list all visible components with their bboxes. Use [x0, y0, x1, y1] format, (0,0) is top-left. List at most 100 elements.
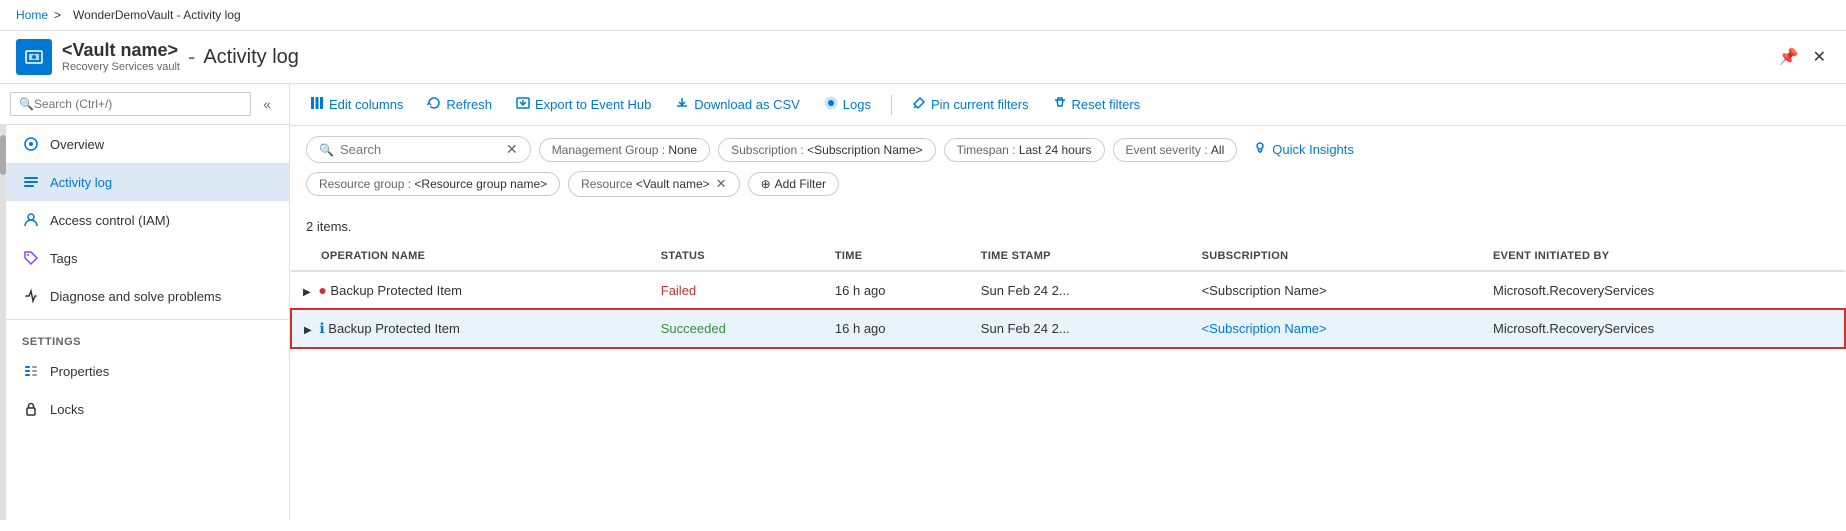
chip-value: <Subscription Name>	[807, 143, 922, 157]
data-table: OPERATION NAME STATUS TIME TIME STAMP SU…	[290, 242, 1846, 349]
cell-time: 16 h ago	[823, 309, 969, 348]
chip-subscription[interactable]: Subscription : <Subscription Name>	[718, 138, 935, 162]
chip-label: Event severity :	[1126, 143, 1211, 157]
cell-timestamp: Sun Feb 24 2...	[969, 309, 1190, 348]
export-icon	[516, 96, 530, 113]
chip-label: Resource group :	[319, 177, 414, 191]
operation-name: Backup Protected Item	[330, 283, 462, 298]
quick-insights-icon	[1253, 141, 1267, 158]
chip-resource-clear-btn[interactable]: ✕	[716, 176, 727, 192]
sidebar-item-label: Overview	[50, 137, 104, 152]
sidebar: 🔍 « Overview	[0, 84, 290, 520]
diagnose-icon	[22, 287, 40, 305]
table-header-row: OPERATION NAME STATUS TIME TIME STAMP SU…	[291, 242, 1845, 271]
chip-resource[interactable]: Resource <Vault name> ✕	[568, 171, 739, 197]
activity-log-icon	[22, 173, 40, 191]
chip-timespan[interactable]: Timespan : Last 24 hours	[944, 138, 1105, 162]
sidebar-item-label: Tags	[50, 251, 77, 266]
filter-area: 🔍 ✕ Management Group : None Subscription…	[290, 126, 1846, 215]
reset-filters-button[interactable]: Reset filters	[1049, 94, 1145, 115]
add-filter-btn[interactable]: ⊕ Add Filter	[748, 172, 839, 196]
sidebar-item-label: Properties	[50, 364, 109, 379]
search-icon: 🔍	[319, 143, 334, 157]
export-button[interactable]: Export to Event Hub	[512, 94, 655, 115]
search-input[interactable]	[340, 142, 500, 157]
col-subscription: SUBSCRIPTION	[1190, 242, 1481, 271]
page-title: Activity log	[203, 46, 299, 69]
breadcrumb-home[interactable]: Home	[16, 8, 48, 22]
sidebar-item-label: Diagnose and solve problems	[50, 289, 221, 304]
vault-title-block: <Vault name> Recovery Services vault	[62, 40, 180, 75]
table-row[interactable]: ▶ ℹ Backup Protected Item Succeeded 16 h…	[291, 309, 1845, 348]
download-icon	[675, 96, 689, 113]
chip-value: All	[1211, 143, 1224, 157]
chip-management-group[interactable]: Management Group : None	[539, 138, 710, 162]
pin-button[interactable]: 📌	[1775, 43, 1803, 71]
page-header: <Vault name> Recovery Services vault - A…	[0, 31, 1846, 84]
chip-label: Subscription :	[731, 143, 807, 157]
pin-filters-icon	[912, 96, 926, 113]
chip-value: <Resource group name>	[414, 177, 547, 191]
cell-initiated-by: Microsoft.RecoveryServices	[1481, 309, 1845, 348]
sidebar-item-overview[interactable]: Overview	[6, 125, 289, 163]
items-count: 2 items.	[290, 215, 1846, 242]
chip-resource-group[interactable]: Resource group : <Resource group name>	[306, 172, 560, 196]
error-icon: ●	[318, 282, 326, 298]
pin-filters-button[interactable]: Pin current filters	[908, 94, 1033, 115]
info-icon: ℹ	[319, 320, 324, 336]
chip-event-severity[interactable]: Event severity : All	[1113, 138, 1238, 162]
chip-value: <Vault name>	[636, 177, 710, 191]
edit-columns-icon	[310, 96, 324, 113]
breadcrumb-separator: >	[54, 8, 61, 22]
col-operation-name: OPERATION NAME	[291, 242, 649, 271]
refresh-button[interactable]: Refresh	[423, 94, 496, 115]
subscription-link[interactable]: <Subscription Name>	[1202, 321, 1327, 336]
header-separator: -	[188, 44, 195, 70]
toolbar-separator	[891, 95, 892, 115]
download-button[interactable]: Download as CSV	[671, 94, 804, 115]
refresh-icon	[427, 96, 441, 113]
chip-label: Resource	[581, 177, 636, 191]
chip-label: Timespan :	[957, 143, 1019, 157]
row-expand-btn[interactable]: ▶	[304, 325, 312, 336]
col-time-stamp: TIME STAMP	[969, 242, 1190, 271]
cell-time: 16 h ago	[823, 271, 969, 309]
table-row[interactable]: ▶ ● Backup Protected Item Failed 16 h ag…	[291, 271, 1845, 309]
sidebar-search-container: 🔍 «	[0, 84, 289, 125]
row-expand-btn[interactable]: ▶	[303, 287, 311, 298]
cell-operation: ▶ ℹ Backup Protected Item	[291, 309, 649, 348]
sidebar-item-access-control[interactable]: Access control (IAM)	[6, 201, 289, 239]
quick-insights-btn[interactable]: Quick Insights	[1253, 141, 1354, 158]
logs-button[interactable]: Logs	[820, 94, 875, 115]
sidebar-search-input[interactable]	[34, 97, 242, 111]
sidebar-item-tags[interactable]: Tags	[6, 239, 289, 277]
sidebar-item-properties[interactable]: Properties	[6, 352, 289, 390]
cell-status: Succeeded	[649, 309, 823, 348]
search-clear-btn[interactable]: ✕	[506, 141, 518, 158]
sidebar-item-diagnose[interactable]: Diagnose and solve problems	[6, 277, 289, 315]
sidebar-item-label: Access control (IAM)	[50, 213, 170, 228]
operation-name: Backup Protected Item	[328, 321, 460, 336]
cell-subscription: <Subscription Name>	[1190, 309, 1481, 348]
add-filter-icon: ⊕	[761, 177, 771, 191]
overview-icon	[22, 135, 40, 153]
content-area: Edit columns Refresh Export to Event Hub…	[290, 84, 1846, 520]
filter-row-2: Resource group : <Resource group name> R…	[306, 171, 1830, 197]
sidebar-collapse-btn[interactable]: «	[255, 92, 279, 116]
search-filter[interactable]: 🔍 ✕	[306, 136, 531, 163]
col-event-initiated: EVENT INITIATED BY	[1481, 242, 1845, 271]
reset-filters-icon	[1053, 96, 1067, 113]
sidebar-item-activity-log[interactable]: Activity log	[6, 163, 289, 201]
col-time: TIME	[823, 242, 969, 271]
breadcrumb: Home > WonderDemoVault - Activity log	[0, 0, 1846, 31]
edit-columns-button[interactable]: Edit columns	[306, 94, 407, 115]
cell-status: Failed	[649, 271, 823, 309]
vault-name: <Vault name>	[62, 40, 180, 62]
sidebar-search-icon: 🔍	[19, 97, 34, 111]
close-button[interactable]: ✕	[1809, 43, 1830, 71]
vault-subtitle: Recovery Services vault	[62, 61, 180, 74]
sidebar-item-locks[interactable]: Locks	[6, 390, 289, 428]
vault-icon	[16, 39, 52, 75]
cell-initiated-by: Microsoft.RecoveryServices	[1481, 271, 1845, 309]
chip-value: Last 24 hours	[1019, 143, 1092, 157]
